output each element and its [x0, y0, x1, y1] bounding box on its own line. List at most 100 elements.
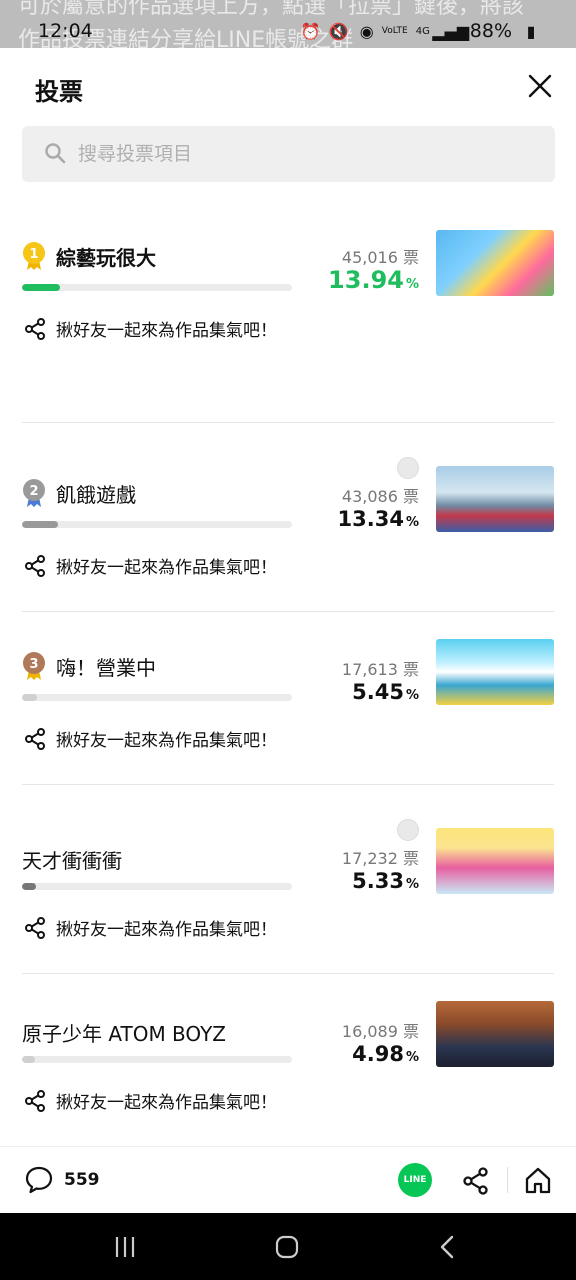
avatar-placeholder-icon [397, 457, 419, 479]
comment-button[interactable]: 559 [24, 1165, 100, 1195]
volte-icon: VoLTE [381, 26, 408, 36]
progress-fill [22, 883, 37, 890]
item-name: 飢餓遊戲 [56, 483, 136, 507]
divider [507, 1167, 508, 1193]
gold-medal-icon: 1 [23, 242, 45, 270]
vote-percent: 13.94% [328, 266, 419, 294]
comment-count: 559 [64, 1170, 100, 1190]
vote-percent: 5.45% [352, 680, 419, 704]
percent-value: 13.34 [337, 507, 404, 531]
vote-list: 1 綜藝玩很大 45,016 票 13.94% 揪好友一起來為作品集氣吧！ 2 … [0, 226, 576, 1146]
close-icon[interactable] [526, 72, 554, 100]
percent-unit: % [405, 877, 419, 892]
share-icon [25, 727, 45, 750]
bronze-medal-icon: 3 [23, 652, 45, 680]
progress-fill [22, 521, 59, 528]
progress-bar [22, 284, 292, 291]
list-item[interactable]: 原子少年 ATOM BOYZ 16,089 票 4.98% 揪好友一起來為作品集 [22, 974, 554, 1146]
progress-fill [22, 1056, 36, 1063]
alarm-icon: ⏰ [300, 21, 321, 41]
share-icon [25, 1089, 45, 1112]
progress-fill [22, 694, 37, 701]
percent-unit: % [405, 1050, 419, 1065]
vote-percent: 4.98% [352, 1042, 419, 1066]
thumbnail-image[interactable] [436, 1001, 554, 1067]
share-link[interactable]: 揪好友一起來為作品集氣吧！ [24, 316, 277, 341]
share-link[interactable]: 揪好友一起來為作品集氣吧！ [24, 1088, 277, 1113]
4g-icon: 4G [415, 25, 430, 37]
vote-sheet: 投票 1 綜藝玩很大 [0, 48, 576, 1146]
mute-icon: 🔇 [328, 21, 349, 41]
progress-bar [22, 883, 292, 890]
line-label: LINE [403, 1175, 427, 1185]
vote-count: 16,089 票 [341, 1022, 419, 1041]
header: 投票 [0, 48, 576, 126]
share-link[interactable]: 揪好友一起來為作品集氣吧！ [24, 915, 277, 940]
avatar-placeholder-icon [397, 819, 419, 841]
share-text: 揪好友一起來為作品集氣吧！ [56, 731, 277, 751]
screen: 可於屬意的作品選項上方，點選「拉票」鍵後，將該 作品投票連結分享給LINE帳號之… [0, 0, 576, 1280]
vote-count: 17,232 票 [341, 849, 419, 868]
progress-bar [22, 1056, 292, 1063]
item-name: 天才衝衝衝 [22, 849, 122, 873]
progress-bar [22, 694, 292, 701]
home-nav-icon[interactable] [273, 1233, 301, 1261]
rank-number: 1 [29, 247, 38, 262]
home-icon[interactable] [523, 1165, 553, 1195]
comment-icon [25, 1166, 53, 1194]
item-name: 嗨！營業中 [56, 656, 156, 680]
thumbnail-image[interactable] [436, 639, 554, 705]
percent-value: 5.33 [352, 869, 404, 893]
percent-unit: % [405, 688, 419, 703]
bottom-bar: 559 LINE [0, 1146, 576, 1213]
percent-unit: % [405, 515, 419, 530]
status-time: 12:04 [38, 20, 93, 42]
system-nav-bar [0, 1213, 576, 1280]
search-bar[interactable] [22, 126, 555, 182]
status-icons: ⏰ 🔇 ◉ VoLTE 4G ▂▄▆ 88% ▮ [300, 20, 540, 42]
percent-value: 13.94 [328, 266, 404, 294]
line-share-button[interactable]: LINE [398, 1163, 432, 1197]
page-title: 投票 [35, 78, 83, 106]
battery-percent: 88% [469, 20, 512, 42]
thumbnail-image[interactable] [436, 828, 554, 894]
vote-count: 45,016 票 [341, 248, 419, 267]
search-icon [45, 143, 66, 164]
status-bar: 可於屬意的作品選項上方，點選「拉票」鍵後，將該 作品投票連結分享給LINE帳號之… [0, 0, 576, 48]
recent-apps-icon[interactable] [111, 1233, 139, 1261]
share-icon [25, 317, 45, 340]
silver-medal-icon: 2 [23, 479, 45, 507]
percent-value: 4.98 [352, 1042, 404, 1066]
share-text: 揪好友一起來為作品集氣吧！ [56, 1093, 277, 1113]
vote-count: 43,086 票 [341, 487, 419, 506]
share-link[interactable]: 揪好友一起來為作品集氣吧！ [24, 553, 277, 578]
vote-percent: 13.34% [338, 507, 419, 531]
thumbnail-image[interactable] [436, 466, 554, 532]
signal-icon: ▂▄▆ [432, 21, 470, 41]
item-name: 綜藝玩很大 [56, 246, 156, 270]
share-icon[interactable] [462, 1167, 490, 1195]
background-hint-line1: 可於屬意的作品選項上方，點選「拉票」鍵後，將該 [18, 0, 525, 19]
list-item[interactable]: 3 嗨！營業中 17,613 票 5.45% 揪好友一起來為作品集氣吧！ [22, 612, 554, 785]
thumbnail-image[interactable] [436, 230, 554, 296]
share-link[interactable]: 揪好友一起來為作品集氣吧！ [24, 726, 277, 751]
progress-fill [22, 284, 60, 291]
list-item[interactable]: 2 飢餓遊戲 43,086 票 13.34% 揪好友一起來為作品集氣吧！ [22, 423, 554, 612]
rank-number: 3 [29, 657, 38, 672]
hotspot-icon: ◉ [359, 21, 374, 41]
share-icon [25, 916, 45, 939]
share-icon [25, 554, 45, 577]
item-name: 原子少年 ATOM BOYZ [22, 1022, 226, 1046]
share-text: 揪好友一起來為作品集氣吧！ [56, 321, 277, 341]
percent-unit: % [405, 277, 419, 292]
battery-icon: ▮ [526, 21, 536, 41]
share-text: 揪好友一起來為作品集氣吧！ [56, 558, 277, 578]
percent-value: 5.45 [352, 680, 404, 704]
vote-count: 17,613 票 [341, 660, 419, 679]
share-text: 揪好友一起來為作品集氣吧！ [56, 920, 277, 940]
list-item[interactable]: 1 綜藝玩很大 45,016 票 13.94% 揪好友一起來為作品集氣吧！ [22, 226, 554, 423]
progress-bar [22, 521, 292, 528]
back-icon[interactable] [434, 1233, 462, 1261]
search-input[interactable] [78, 126, 518, 182]
list-item[interactable]: 天才衝衝衝 17,232 票 5.33% 揪好友一起來為作品集氣吧！ [22, 785, 554, 974]
